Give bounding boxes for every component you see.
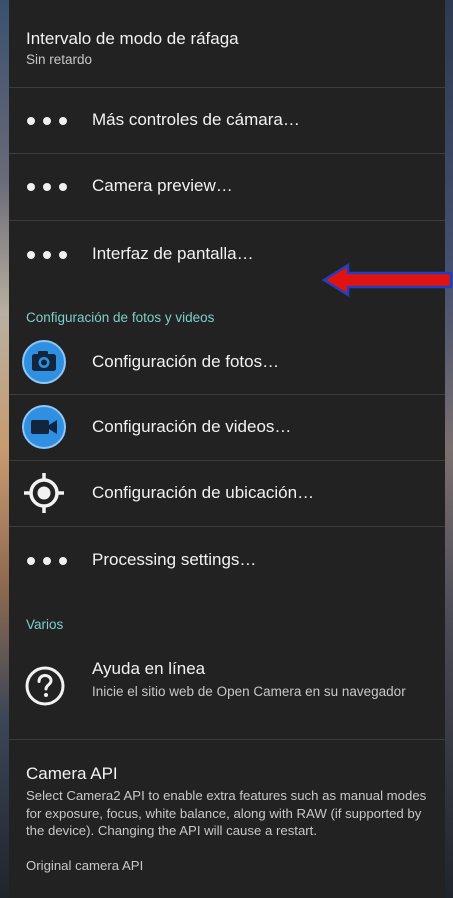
background-edge-right bbox=[445, 0, 453, 898]
video-settings-item[interactable]: Configuración de videos… bbox=[9, 395, 445, 461]
location-target-icon bbox=[24, 473, 64, 513]
online-help-item[interactable]: Ayuda en línea Inicie el sitio web de Op… bbox=[9, 642, 445, 740]
location-settings-label: Configuración de ubicación… bbox=[92, 483, 315, 502]
online-help-title: Ayuda en línea bbox=[92, 659, 206, 678]
camera-api-setting[interactable]: Camera API Select Camera2 API to enable … bbox=[9, 740, 445, 898]
three-dots-icon bbox=[27, 556, 67, 566]
camera-icon bbox=[22, 340, 66, 384]
burst-interval-setting[interactable]: Intervalo de modo de ráfaga Sin retardo bbox=[9, 0, 445, 88]
camera-api-value: Original camera API bbox=[26, 858, 144, 873]
three-dots-icon bbox=[27, 116, 67, 126]
processing-settings-label: Processing settings… bbox=[92, 550, 257, 569]
camera-api-summary: Select Camera2 API to enable extra featu… bbox=[26, 788, 427, 838]
online-help-summary: Inicie el sitio web de Open Camera en su… bbox=[92, 684, 406, 699]
processing-settings-item[interactable]: Processing settings… bbox=[9, 527, 445, 595]
camera-preview-item[interactable]: Camera preview… bbox=[9, 154, 445, 221]
red-arrow-icon bbox=[322, 262, 453, 298]
location-settings-item[interactable]: Configuración de ubicación… bbox=[9, 461, 445, 527]
category-misc: Varios bbox=[26, 617, 64, 632]
camera-preview-label: Camera preview… bbox=[92, 176, 233, 195]
camera-api-title: Camera API bbox=[26, 764, 118, 783]
category-photo-video: Configuración de fotos y videos bbox=[26, 310, 215, 325]
display-interface-label: Interfaz de pantalla… bbox=[92, 244, 254, 263]
video-camera-icon bbox=[22, 405, 66, 449]
background-edge-left bbox=[0, 0, 9, 898]
burst-interval-title: Intervalo de modo de ráfaga bbox=[26, 29, 239, 48]
settings-panel: Intervalo de modo de ráfaga Sin retardo … bbox=[9, 0, 445, 898]
help-circle-icon bbox=[25, 666, 65, 706]
three-dots-icon bbox=[27, 250, 67, 260]
video-settings-label: Configuración de videos… bbox=[92, 417, 292, 436]
burst-interval-summary: Sin retardo bbox=[26, 52, 93, 67]
photo-settings-label: Configuración de fotos… bbox=[92, 352, 280, 371]
photo-settings-item[interactable]: Configuración de fotos… bbox=[9, 331, 445, 395]
more-camera-controls-label: Más controles de cámara… bbox=[92, 110, 300, 129]
more-camera-controls-item[interactable]: Más controles de cámara… bbox=[9, 88, 445, 154]
three-dots-icon bbox=[27, 182, 67, 192]
